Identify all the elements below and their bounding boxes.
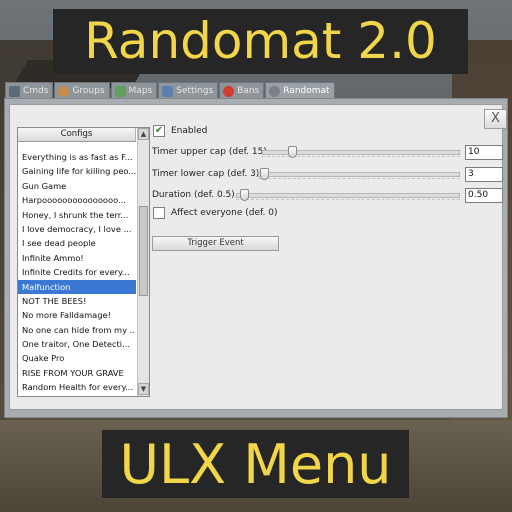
tab-label: Bans [237, 85, 260, 96]
list-item[interactable]: Random Health for every... [18, 380, 136, 394]
list-item[interactable]: Gun Game [18, 179, 136, 193]
tab-settings[interactable]: Settings [158, 82, 219, 99]
tab-maps[interactable]: Maps [110, 82, 158, 99]
affect-everyone-row: Affect everyone (def. 0) [153, 207, 278, 219]
list-item[interactable]: Everything is as fast as F... [18, 150, 136, 164]
list-item[interactable]: One traitor, One Detecti... [18, 337, 136, 351]
scroll-down-button[interactable]: ▼ [138, 383, 149, 395]
list-item[interactable]: Quake Pro [18, 351, 136, 365]
scrollbar[interactable]: ▲ ▼ [137, 128, 149, 396]
tab-groups[interactable]: Groups [54, 82, 110, 99]
tab-label: Groups [72, 85, 105, 96]
duration-label: Duration (def. 0.5) [152, 190, 235, 200]
duration-ticks [236, 199, 460, 202]
affect-everyone-checkbox[interactable] [153, 207, 165, 219]
duration-slider[interactable] [236, 193, 460, 198]
list-item[interactable]: Honey, I shrunk the terr... [18, 208, 136, 222]
list-item[interactable]: I see dead people [18, 236, 136, 250]
gear-icon [269, 86, 281, 97]
list-item[interactable]: Infinite Credits for every... [18, 265, 136, 279]
upper-cap-input[interactable]: 10 [465, 145, 503, 160]
trigger-event-button[interactable]: Trigger Event [152, 236, 279, 251]
scroll-thumb[interactable] [139, 206, 148, 296]
config-list-rows: Everything is as fast as F... Gaining lif… [18, 150, 136, 395]
stop-icon [223, 85, 235, 97]
close-button[interactable]: X [484, 109, 507, 129]
title-banner: Randomat 2.0 [53, 9, 468, 74]
tab-strip: Cmds Groups Maps Settings Bans Randomat [5, 82, 336, 100]
lower-cap-label: Timer lower cap (def. 3) [152, 169, 260, 179]
list-item[interactable]: No one can hide from my ... [18, 323, 136, 337]
list-item[interactable]: No more Falldamage! [18, 308, 136, 322]
tab-label: Randomat [283, 86, 330, 96]
affect-everyone-label: Affect everyone (def. 0) [171, 208, 278, 218]
upper-cap-slider-knob[interactable] [288, 146, 297, 158]
lower-cap-ticks [258, 178, 460, 181]
list-item[interactable]: Malfunction [18, 279, 136, 294]
duration-slider-knob[interactable] [240, 189, 249, 201]
tab-label: Cmds [23, 85, 49, 96]
group-icon [58, 85, 70, 97]
upper-cap-label: Timer upper cap (def. 15) [152, 147, 267, 157]
tab-label: Settings [176, 85, 214, 96]
list-item[interactable]: NOT THE BEES! [18, 294, 136, 308]
lower-cap-input[interactable]: 3 [465, 167, 503, 182]
enabled-row: ✔ Enabled [153, 125, 207, 137]
tab-bans[interactable]: Bans [219, 82, 265, 99]
list-item[interactable]: Harpooooooooooooooo... [18, 193, 136, 207]
ulx-window: X Configs Everything is as fast as F... G… [4, 98, 508, 418]
terminal-icon [9, 85, 20, 97]
config-list: Configs Everything is as fast as F... Gai… [17, 127, 150, 397]
lower-cap-slider-knob[interactable] [260, 168, 269, 180]
enabled-checkbox[interactable]: ✔ [153, 125, 165, 137]
enabled-label: Enabled [171, 126, 208, 136]
scroll-up-button[interactable]: ▲ [138, 128, 149, 140]
list-item[interactable]: Gaining life for killing peo... [18, 164, 136, 178]
duration-input[interactable]: 0.50 [465, 188, 503, 203]
subtitle-banner: ULX Menu [102, 430, 409, 498]
tab-label: Maps [128, 85, 153, 96]
randomat-panel: X Configs Everything is as fast as F... G… [9, 104, 507, 410]
wrench-icon [162, 85, 174, 97]
list-item[interactable]: Infinite Ammo! [18, 251, 136, 265]
list-item[interactable]: I love democracy, I love ... [18, 222, 136, 236]
lower-cap-slider[interactable] [258, 172, 460, 177]
map-icon [114, 85, 126, 97]
tab-cmds[interactable]: Cmds [5, 82, 54, 99]
config-list-header[interactable]: Configs [18, 128, 136, 142]
list-item[interactable]: RISE FROM YOUR GRAVE [18, 366, 136, 380]
